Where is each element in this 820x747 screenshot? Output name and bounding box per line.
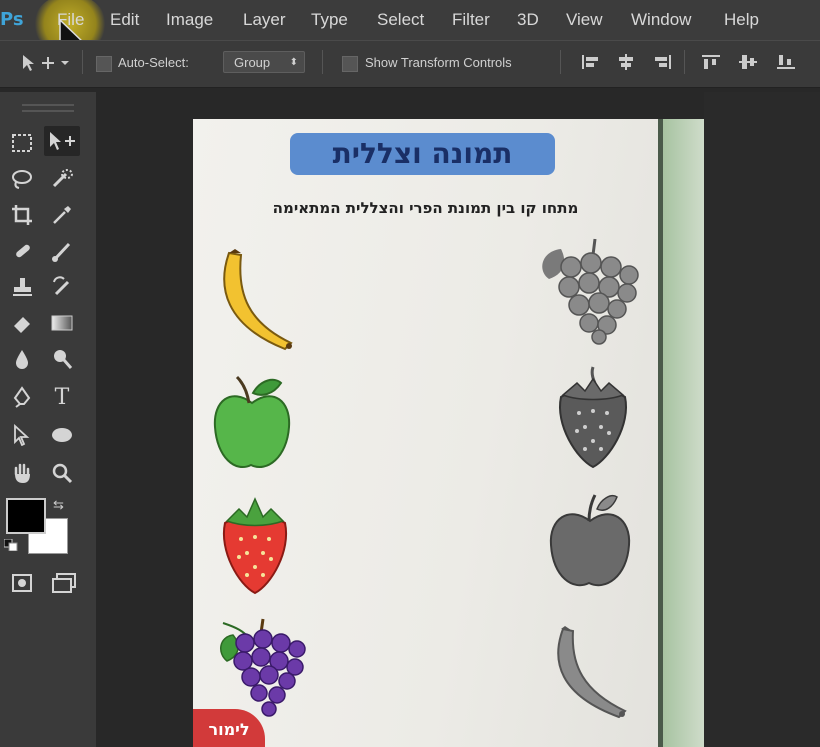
canvas-pasteboard — [704, 92, 820, 747]
type-tool-icon[interactable]: T — [44, 382, 80, 412]
align-horizontal-centers-icon[interactable] — [615, 53, 637, 71]
apple-shadow-image — [549, 494, 631, 587]
worksheet-paper: תמונה וצללית מתחו קו בין תמונת הפרי והצל… — [193, 119, 658, 747]
strawberry-image — [222, 497, 288, 595]
lasso-tool-icon[interactable] — [4, 164, 40, 194]
panel-grip[interactable] — [22, 104, 74, 112]
menu-type[interactable]: Type — [311, 10, 348, 30]
clone-stamp-tool-icon[interactable] — [4, 272, 40, 302]
auto-select-checkbox[interactable] — [96, 56, 112, 72]
menu-layer[interactable]: Layer — [243, 10, 286, 30]
eraser-tool-icon[interactable] — [4, 308, 40, 338]
show-transform-label: Show Transform Controls — [365, 55, 512, 70]
grapes-image — [220, 618, 306, 717]
menu-bar: Ps File Edit Image Layer Type Select Fil… — [0, 0, 820, 54]
eyedropper-tool-icon[interactable] — [44, 200, 80, 230]
healing-brush-tool-icon[interactable] — [4, 236, 40, 266]
distribute-top-edges-icon[interactable] — [700, 53, 722, 71]
foreground-color-swatch[interactable] — [6, 498, 46, 534]
menu-image[interactable]: Image — [166, 10, 213, 30]
default-colors-icon[interactable] — [3, 538, 18, 552]
ellipse-tool-icon[interactable] — [44, 420, 80, 450]
photoshop-logo: Ps — [0, 9, 24, 30]
distribute-bottom-edges-icon[interactable] — [775, 53, 797, 71]
pen-tool-icon[interactable] — [4, 382, 40, 412]
quick-mask-icon[interactable] — [4, 568, 40, 598]
worksheet-title: תמונה וצללית — [290, 133, 555, 175]
document-image[interactable]: תמונה וצללית מתחו קו בין תמונת הפרי והצל… — [193, 119, 704, 747]
crop-tool-icon[interactable] — [4, 200, 40, 230]
dodge-tool-icon[interactable] — [44, 344, 80, 374]
history-brush-tool-icon[interactable] — [44, 272, 80, 302]
blur-tool-icon[interactable] — [4, 344, 40, 374]
menu-3d[interactable]: 3D — [517, 10, 539, 30]
menu-edit[interactable]: Edit — [110, 10, 139, 30]
worksheet-instruction: מתחו קו בין תמונת הפרי והצללית המתאימה — [272, 199, 579, 217]
menu-window[interactable]: Window — [631, 10, 691, 30]
options-separator — [322, 50, 323, 74]
move-tool-preset-icon[interactable] — [20, 52, 72, 74]
gradient-tool-icon[interactable] — [44, 308, 80, 338]
align-left-edges-icon[interactable] — [580, 53, 602, 71]
marquee-tool-icon[interactable] — [4, 128, 40, 158]
dropdown-arrow-icon: ⬍ — [289, 57, 298, 68]
grapes-shadow-image — [542, 238, 639, 345]
options-separator — [82, 50, 83, 74]
swap-colors-icon[interactable]: ⇆ — [53, 497, 64, 513]
hand-tool-icon[interactable] — [4, 458, 40, 488]
zoom-tool-icon[interactable] — [44, 458, 80, 488]
options-separator — [684, 50, 685, 74]
menu-select[interactable]: Select — [377, 10, 424, 30]
quick-selection-tool-icon[interactable] — [44, 164, 80, 194]
strawberry-shadow-image — [559, 366, 627, 469]
distribute-vertical-centers-icon[interactable] — [737, 53, 759, 71]
banana-image — [223, 249, 293, 351]
menu-view[interactable]: View — [566, 10, 603, 30]
auto-select-value: Group — [234, 55, 271, 70]
brush-tool-icon[interactable] — [44, 236, 80, 266]
align-right-edges-icon[interactable] — [651, 53, 673, 71]
background-surface — [663, 119, 704, 747]
options-separator — [560, 50, 561, 74]
banana-shadow-image — [557, 626, 627, 719]
menu-filter[interactable]: Filter — [452, 10, 490, 30]
menu-help[interactable]: Help — [724, 10, 759, 30]
auto-select-label: Auto-Select: — [118, 55, 189, 70]
screen-mode-icon[interactable] — [46, 568, 82, 598]
auto-select-dropdown[interactable]: Group ⬍ — [223, 51, 305, 73]
show-transform-checkbox[interactable] — [342, 56, 358, 72]
path-selection-tool-icon[interactable] — [4, 420, 40, 450]
apple-image — [213, 375, 291, 468]
move-tool-icon[interactable] — [44, 126, 80, 156]
